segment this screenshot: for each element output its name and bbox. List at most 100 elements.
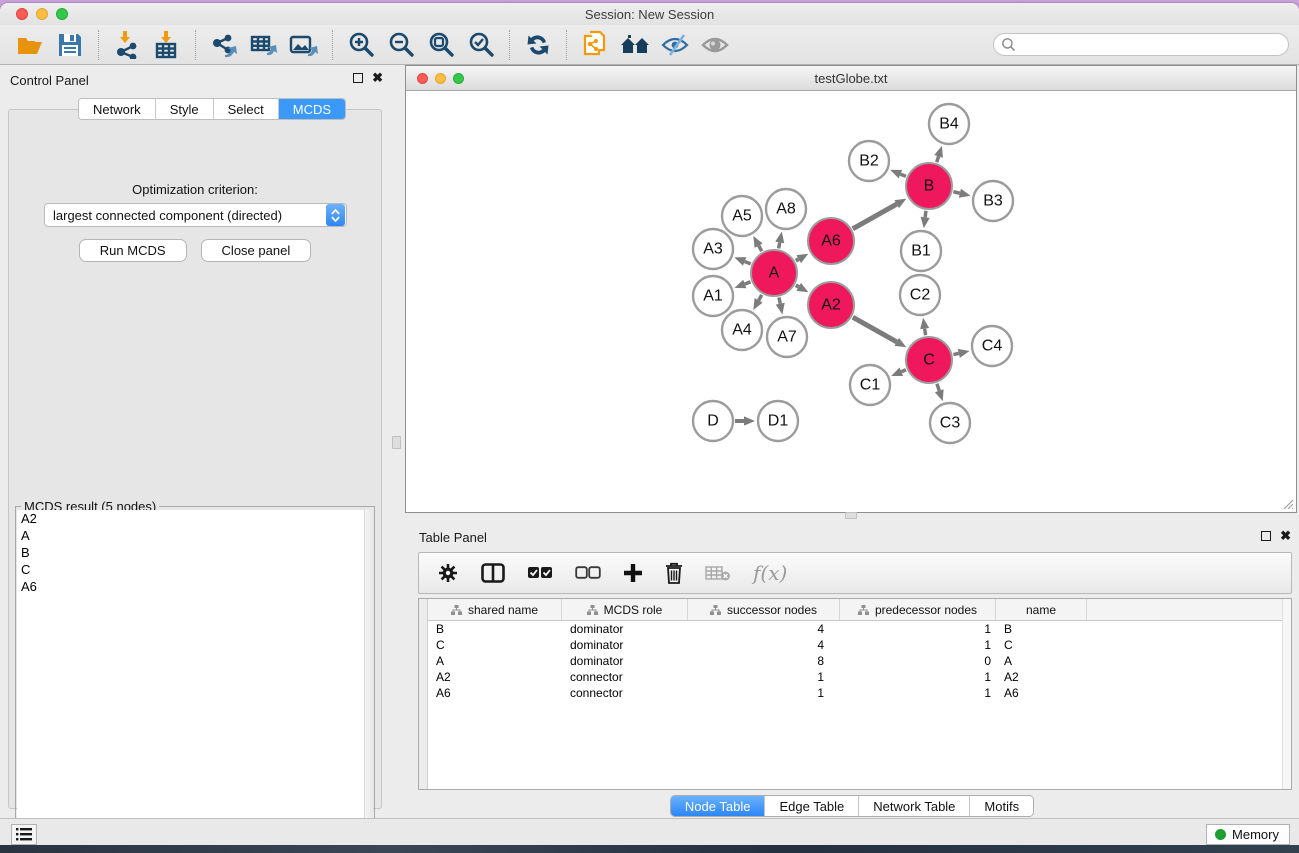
graph-node-A2[interactable]: A2 xyxy=(808,282,854,328)
close-panel-icon[interactable]: ✖ xyxy=(372,73,383,83)
cell-shared-name[interactable]: A xyxy=(428,653,562,669)
graph-edge-C-C1[interactable] xyxy=(901,370,906,372)
vertical-splitter-handle[interactable] xyxy=(392,436,401,449)
cell-successor-nodes[interactable]: 1 xyxy=(688,685,840,701)
mcds-result-list[interactable]: A2 A B C A6 xyxy=(17,510,365,842)
memory-button[interactable]: Memory xyxy=(1206,824,1290,845)
zoom-out-icon[interactable] xyxy=(381,28,421,62)
export-table-icon[interactable] xyxy=(244,28,284,62)
mcds-result-item[interactable]: A2 xyxy=(17,510,365,527)
cell-mcds-role[interactable]: dominator xyxy=(562,637,688,653)
float-panel-icon[interactable] xyxy=(353,73,363,83)
cell-mcds-role[interactable]: connector xyxy=(562,685,688,701)
graph-edge-A-A1[interactable] xyxy=(745,282,751,284)
graph-edge-B-B1[interactable] xyxy=(925,211,926,217)
graph-node-A7[interactable]: A7 xyxy=(767,317,807,357)
graph-node-C4[interactable]: C4 xyxy=(972,326,1012,366)
graph-node-A4[interactable]: A4 xyxy=(722,310,762,350)
graph-node-C1[interactable]: C1 xyxy=(850,365,890,405)
table-row[interactable]: A2 connector 1 1 A2 xyxy=(428,669,1291,685)
select-all-icon[interactable] xyxy=(527,566,553,580)
graph-edge-A-A2[interactable] xyxy=(796,285,799,287)
cell-successor-nodes[interactable]: 4 xyxy=(688,621,840,637)
horizontal-splitter-handle[interactable] xyxy=(845,512,857,519)
refresh-icon[interactable] xyxy=(518,28,558,62)
run-mcds-button[interactable]: Run MCDS xyxy=(79,239,187,262)
resize-grip-icon[interactable] xyxy=(1280,496,1294,510)
graph-node-B[interactable]: B xyxy=(906,163,952,209)
graph-node-D[interactable]: D xyxy=(693,401,733,441)
hide-selected-icon[interactable] xyxy=(655,28,695,62)
graph-edge-B-B3[interactable] xyxy=(953,192,960,194)
graph-node-C3[interactable]: C3 xyxy=(930,403,970,443)
graph-edge-A-A4[interactable] xyxy=(759,295,762,301)
tab-network[interactable]: Network xyxy=(79,99,156,119)
cell-predecessor-nodes[interactable]: 1 xyxy=(840,621,996,637)
show-all-icon[interactable] xyxy=(695,28,735,62)
column-header-successor-nodes[interactable]: successor nodes xyxy=(688,599,840,620)
export-network-icon[interactable] xyxy=(204,28,244,62)
graph-edge-B-B4[interactable] xyxy=(937,156,939,162)
close-table-panel-icon[interactable]: ✖ xyxy=(1280,531,1291,541)
criterion-dropdown[interactable]: largest connected component (directed) xyxy=(44,203,347,227)
import-table-icon[interactable] xyxy=(147,28,187,62)
graph-node-A1[interactable]: A1 xyxy=(693,276,733,316)
close-panel-button[interactable]: Close panel xyxy=(201,239,312,262)
cell-shared-name[interactable]: A6 xyxy=(428,685,562,701)
cell-name[interactable]: A6 xyxy=(996,685,1087,701)
mcds-result-item[interactable]: C xyxy=(17,561,365,578)
result-list-scrollbar[interactable] xyxy=(364,510,373,842)
deselect-all-icon[interactable] xyxy=(575,566,601,580)
graph-node-A3[interactable]: A3 xyxy=(693,229,733,269)
graph-node-A5[interactable]: A5 xyxy=(722,196,762,236)
mcds-result-item[interactable]: A xyxy=(17,527,365,544)
cell-predecessor-nodes[interactable]: 0 xyxy=(840,653,996,669)
graph-edge-A2-C[interactable] xyxy=(853,317,897,342)
graph-node-B3[interactable]: B3 xyxy=(973,181,1013,221)
cell-name[interactable]: B xyxy=(996,621,1087,637)
tab-select[interactable]: Select xyxy=(214,99,279,119)
zoom-fit-icon[interactable] xyxy=(421,28,461,62)
cell-name[interactable]: A2 xyxy=(996,669,1087,685)
tab-mcds[interactable]: MCDS xyxy=(279,99,345,119)
clone-network-icon[interactable] xyxy=(575,28,615,62)
cell-name[interactable]: A xyxy=(996,653,1087,669)
graph-node-C2[interactable]: C2 xyxy=(900,275,940,315)
graph-edge-A6-B[interactable] xyxy=(853,204,897,229)
graph-node-A6[interactable]: A6 xyxy=(808,218,854,264)
graph-edge-C-C3[interactable] xyxy=(937,384,939,391)
gear-icon[interactable] xyxy=(437,562,459,584)
cell-successor-nodes[interactable]: 4 xyxy=(688,637,840,653)
table-row[interactable]: A6 connector 1 1 A6 xyxy=(428,685,1291,701)
table-row[interactable]: B dominator 4 1 B xyxy=(428,621,1291,637)
cell-shared-name[interactable]: C xyxy=(428,637,562,653)
save-session-icon[interactable] xyxy=(50,28,90,62)
node-table[interactable]: shared name MCDS role successor nodes pr… xyxy=(418,598,1292,790)
cell-successor-nodes[interactable]: 1 xyxy=(688,669,840,685)
graph-node-B4[interactable]: B4 xyxy=(929,104,969,144)
graph-node-C[interactable]: C xyxy=(906,337,952,383)
delete-icon[interactable] xyxy=(665,562,683,584)
export-image-icon[interactable] xyxy=(284,28,324,62)
show-panels-button[interactable] xyxy=(11,824,37,845)
graph-node-A[interactable]: A xyxy=(751,250,797,296)
graph-node-B2[interactable]: B2 xyxy=(849,141,889,181)
cell-shared-name[interactable]: A2 xyxy=(428,669,562,685)
cell-successor-nodes[interactable]: 8 xyxy=(688,653,840,669)
cell-mcds-role[interactable]: connector xyxy=(562,669,688,685)
zoom-in-icon[interactable] xyxy=(341,28,381,62)
column-header-shared-name[interactable]: shared name xyxy=(428,599,562,620)
table-row[interactable]: C dominator 4 1 C xyxy=(428,637,1291,653)
graph-node-B1[interactable]: B1 xyxy=(901,231,941,271)
column-header-name[interactable]: name xyxy=(996,599,1087,620)
graph-edge-A-A7[interactable] xyxy=(779,297,780,303)
float-table-panel-icon[interactable] xyxy=(1261,531,1271,541)
zoom-selected-icon[interactable] xyxy=(461,28,501,62)
graph-edge-A-A8[interactable] xyxy=(779,242,780,248)
cell-mcds-role[interactable]: dominator xyxy=(562,653,688,669)
search-input[interactable] xyxy=(993,33,1289,56)
mcds-result-item[interactable]: A6 xyxy=(17,578,365,595)
tab-style[interactable]: Style xyxy=(156,99,214,119)
open-session-icon[interactable] xyxy=(10,28,50,62)
tab-motifs[interactable]: Motifs xyxy=(970,796,1033,816)
